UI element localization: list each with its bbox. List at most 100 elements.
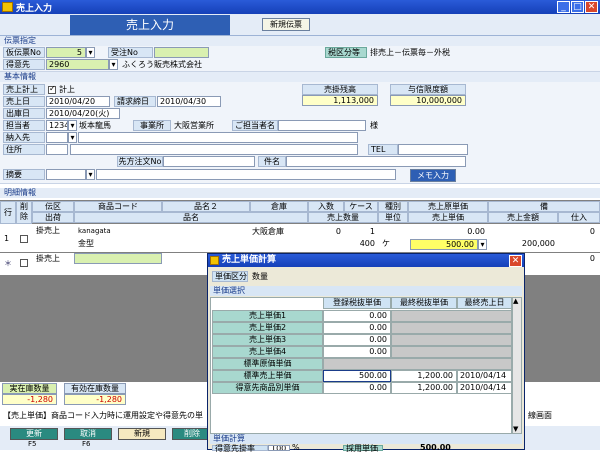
delivery-label: 納入先 (3, 132, 45, 143)
header-unit: 単位 (378, 212, 408, 223)
row-last-customer-price[interactable]: 1,200.00 (391, 382, 457, 394)
row-cases[interactable]: 1 (344, 226, 378, 237)
customer-dropdown-icon[interactable]: ▾ (109, 59, 118, 70)
row-label-customer-price: 得意先商品別単価 (212, 382, 323, 394)
row-unit[interactable]: ケ (382, 238, 390, 249)
customer-code-field[interactable]: 2960 (46, 59, 109, 70)
header-sales-qty: 売上数量 (308, 212, 378, 223)
slip-section-title: 伝票指定 (0, 36, 600, 46)
subject-field[interactable] (286, 156, 466, 167)
row-slip-type[interactable]: 掛売上 (36, 225, 60, 236)
delete-button[interactable]: 削除 (172, 428, 212, 440)
row-new-slip-type[interactable]: 掛売上 (36, 253, 60, 264)
maximize-button[interactable]: □ (571, 1, 584, 13)
row-warehouse[interactable]: 大阪倉庫 (252, 226, 284, 237)
new-slip-button[interactable]: 新規伝票 (262, 18, 310, 31)
temp-slip-dropdown-icon[interactable]: ▾ (86, 47, 95, 58)
postal-code-field[interactable] (46, 144, 68, 155)
row-disabled-std-cost (323, 358, 512, 370)
row-unit-price-field[interactable]: 500.00 (410, 239, 478, 250)
order-no-field[interactable] (154, 47, 209, 58)
client-order-field[interactable] (163, 156, 255, 167)
billing-date-label: 請求締日 (114, 96, 156, 107)
close-button[interactable]: ✕ (585, 1, 598, 13)
detail-section-title: 明細情報 (0, 188, 600, 198)
row-new-delete-checkbox[interactable] (20, 259, 28, 267)
contact-label: ご担当者名 (232, 120, 278, 131)
contact-field[interactable] (278, 120, 366, 131)
window-title: 売上入力 (16, 4, 53, 14)
row-new-product-code[interactable] (74, 253, 162, 264)
dialog-close-button[interactable]: ✕ (509, 255, 522, 267)
rate-field[interactable]: 100 (268, 445, 290, 451)
row-date-std-sales[interactable]: 2010/04/14 (457, 370, 512, 382)
row-disabled-price1 (391, 310, 512, 322)
unit-price-dropdown-icon[interactable]: ▾ (478, 239, 487, 250)
header-row-no: 行No (0, 201, 16, 238)
minimize-button[interactable]: _ (557, 1, 570, 13)
dialog-title: 売上単価計算 (208, 254, 524, 267)
row-product-name[interactable]: 金型 (78, 238, 94, 249)
temp-slip-no-label: 仮伝票No (3, 47, 45, 58)
staff-code-field[interactable]: 1234 (46, 120, 68, 131)
summary-dropdown-icon[interactable]: ▾ (86, 169, 95, 180)
header-slip-type: 伝区 (32, 201, 74, 212)
row-amount[interactable]: 200,000 (488, 238, 558, 249)
header-cost-price: 売上原単価 (408, 201, 488, 212)
summary-label: 摘要 (3, 169, 45, 180)
row-cost-price[interactable]: 0.00 (408, 226, 488, 237)
customer-label: 得意先 (3, 59, 45, 70)
tel-field[interactable] (398, 144, 468, 155)
post-checkbox-label: 計上 (59, 85, 75, 94)
credit-limit-label: 与信限度額 (390, 84, 466, 95)
row-sales-qty[interactable]: 400 (308, 238, 378, 249)
row-reg-price4[interactable]: 0.00 (323, 346, 391, 358)
row-reg-customer-price[interactable]: 0.00 (323, 382, 391, 394)
header-cases: ケース (344, 201, 378, 212)
header-purchase: 仕入 (558, 212, 600, 223)
balance-value: 1,113,000 (302, 95, 378, 106)
ship-date-field[interactable]: 2010/04/20(火) (46, 108, 120, 119)
address-field[interactable] (70, 144, 358, 155)
new-button[interactable]: 新規 (118, 428, 166, 440)
temp-slip-no-field[interactable]: 5 (46, 47, 86, 58)
delivery-dropdown-icon[interactable]: ▾ (68, 132, 77, 143)
row-reg-price2[interactable]: 0.00 (323, 322, 391, 334)
row-reg-price3[interactable]: 0.00 (323, 334, 391, 346)
post-check-mark: ✓ (49, 84, 56, 93)
row-disabled-price2 (391, 322, 512, 334)
row-reg-price1[interactable]: 0.00 (323, 310, 391, 322)
sales-date-field[interactable]: 2010/04/20 (46, 96, 110, 107)
page-title: 売上入力 (70, 15, 230, 35)
row-new-extra[interactable]: 0 (558, 253, 598, 264)
header-warehouse: 倉庫 (250, 201, 308, 212)
delivery-code-field[interactable] (46, 132, 68, 143)
scroll-up-icon[interactable]: ▲ (513, 296, 518, 307)
col-last: 最終税抜単価 (391, 297, 457, 309)
price-calc-section: 単価計算 (210, 434, 522, 444)
dialog-scrollbar[interactable] (512, 297, 522, 434)
header-product-code: 商品コード (74, 201, 162, 212)
staff-dropdown-icon[interactable]: ▾ (68, 120, 77, 131)
actual-stock-label: 実在庫数量 (2, 383, 57, 394)
row-reg-std-sales[interactable]: 500.00 (323, 370, 391, 382)
row-date-customer-price[interactable]: 2010/04/14 (457, 382, 512, 394)
row-delete-checkbox[interactable] (20, 235, 28, 243)
basic-section-title: 基本情報 (0, 72, 600, 82)
memo-input-button[interactable]: メモ入力 (410, 169, 456, 182)
row-product-code[interactable]: kanagata (78, 226, 111, 237)
row-last-std-sales[interactable]: 1,200.00 (391, 370, 457, 382)
tax-class-value: 排売上－伝票毎－外税 (370, 48, 450, 57)
billing-date-field[interactable]: 2010/04/30 (157, 96, 221, 107)
header-product-name2: 品名２ (162, 201, 250, 212)
delivery-name-field[interactable] (78, 132, 358, 143)
balance-label: 売掛残高 (302, 84, 378, 95)
adopted-price-value: 500.00 (420, 443, 451, 452)
honorific: 様 (370, 121, 378, 130)
summary-field[interactable] (96, 169, 396, 180)
row-no: 1 (4, 234, 10, 243)
row-extra[interactable]: 0 (558, 226, 598, 237)
update-key: F5 (28, 440, 37, 448)
summary-code-field[interactable] (46, 169, 86, 180)
row-qty-per[interactable]: 0 (308, 226, 344, 237)
